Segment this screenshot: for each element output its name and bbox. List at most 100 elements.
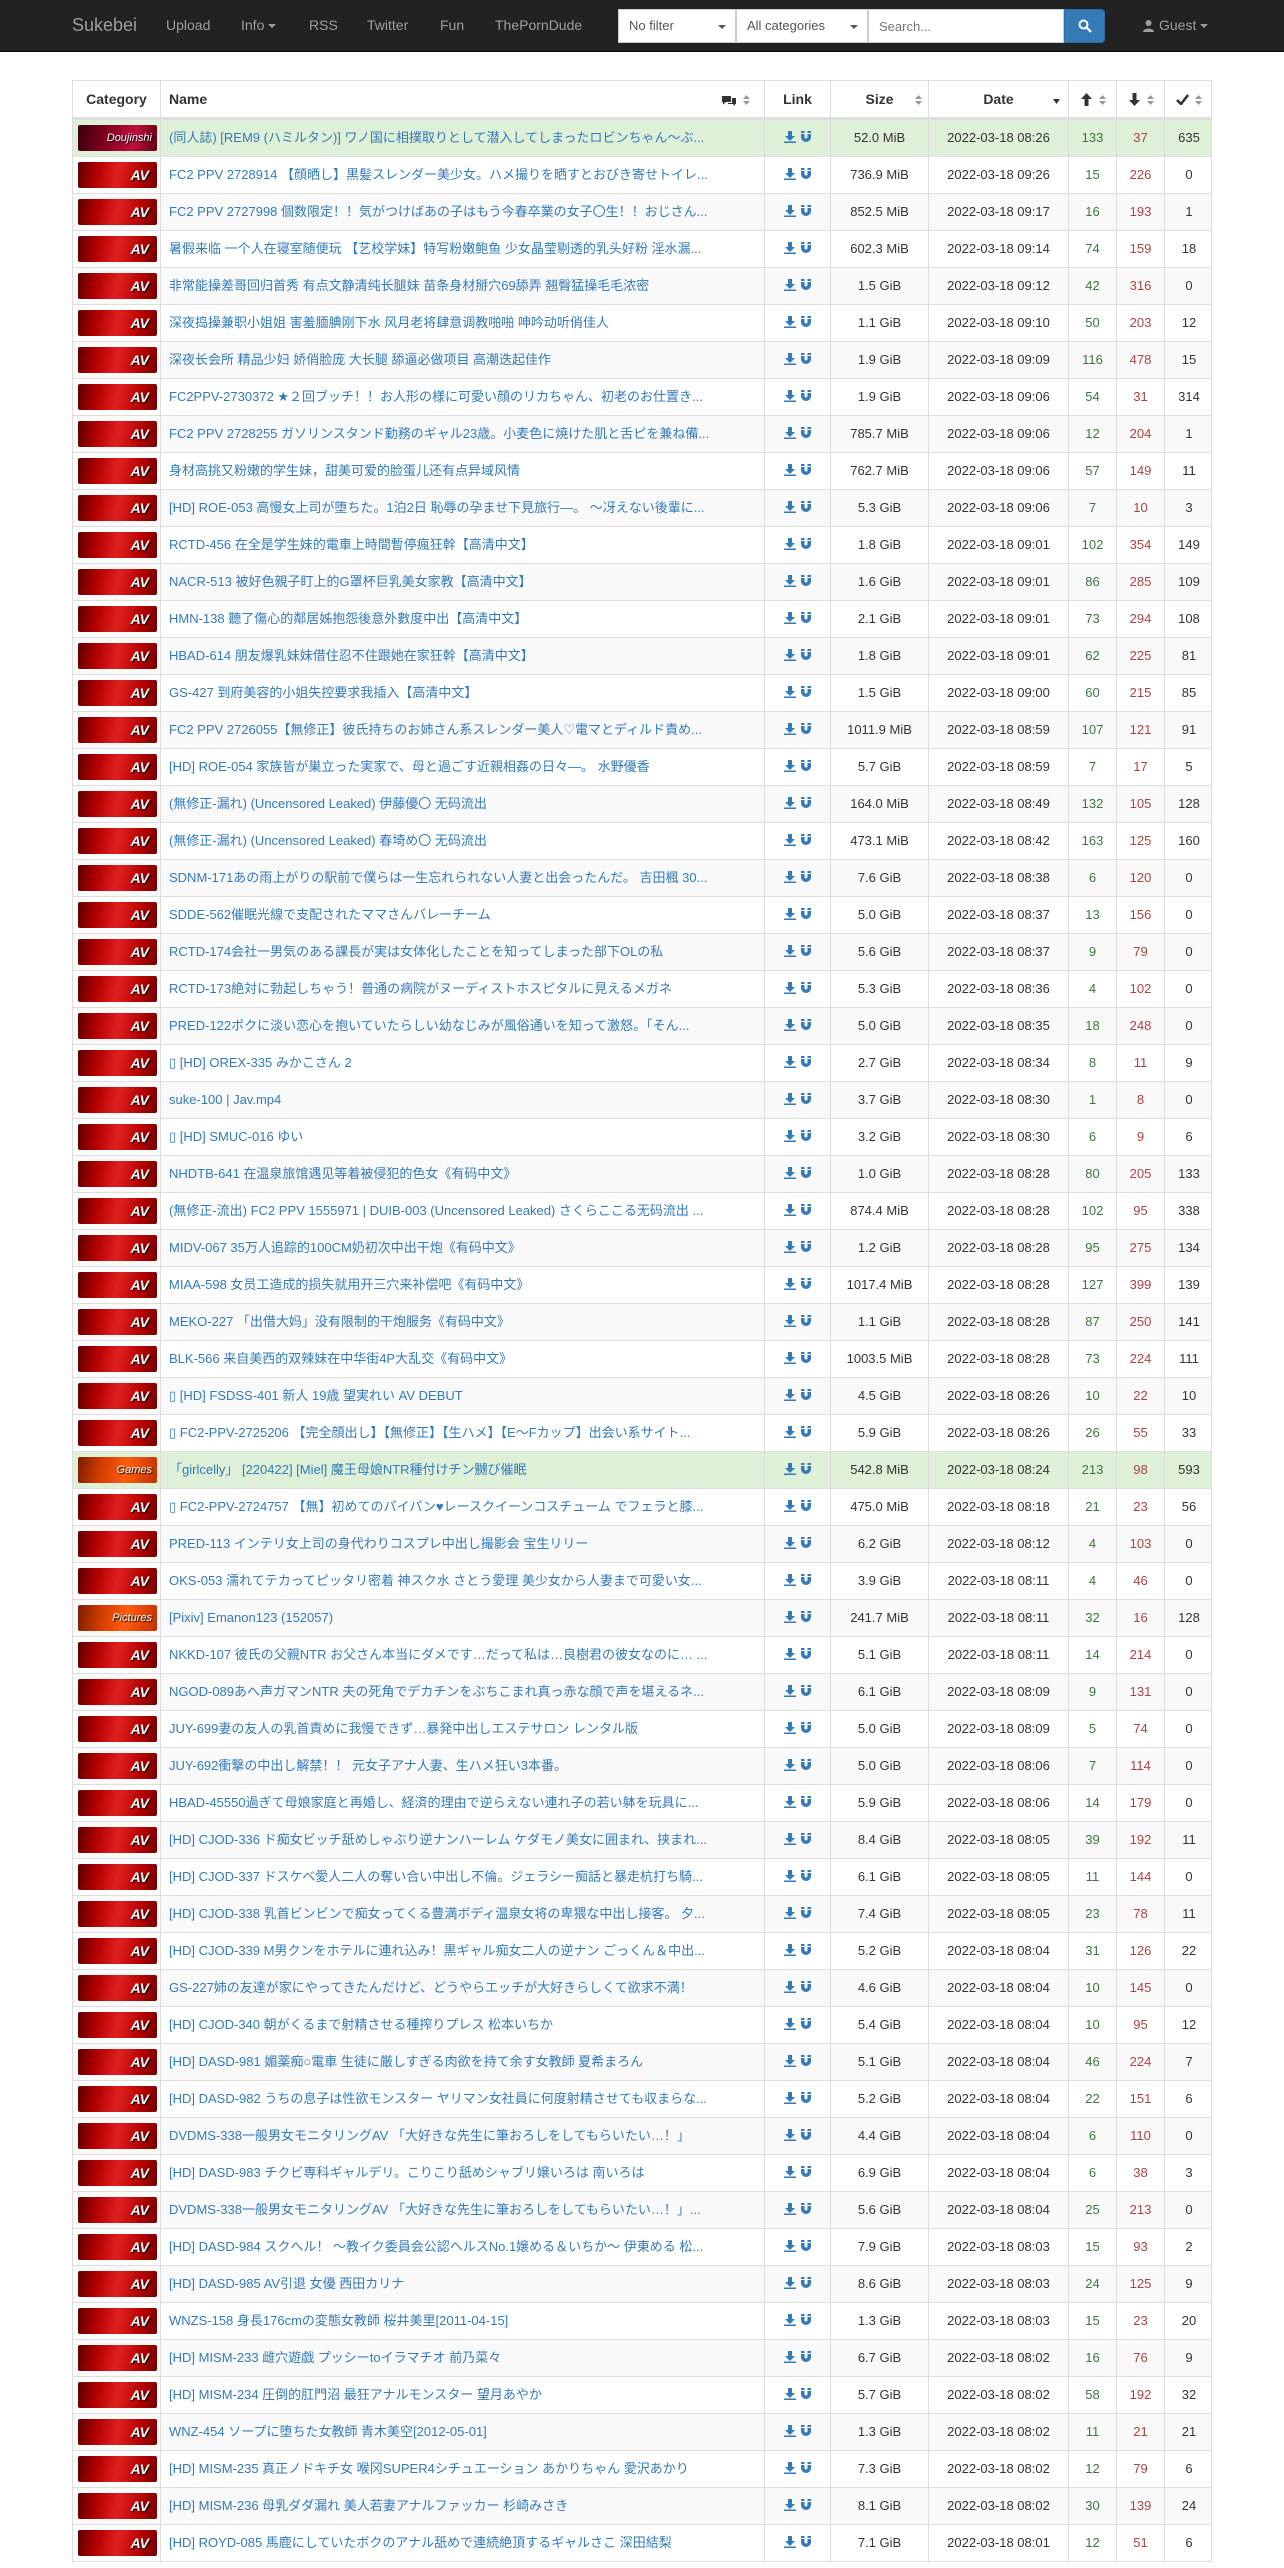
category-badge[interactable]: AV — [78, 384, 157, 410]
magnet-icon[interactable] — [800, 1527, 812, 1562]
magnet-icon[interactable] — [800, 2045, 812, 2080]
download-icon[interactable] — [783, 1527, 796, 1562]
download-icon[interactable] — [783, 861, 796, 896]
magnet-icon[interactable] — [800, 528, 812, 563]
torrent-name-link[interactable]: (無修正-漏れ) (Uncensored Leaked) 伊藤優〇 无码流出 — [161, 786, 765, 822]
download-icon[interactable] — [783, 2378, 796, 2413]
category-badge[interactable]: AV — [78, 791, 157, 817]
torrent-name-link[interactable]: [HD] MISM-236 母乳ダダ漏れ 美人若妻アナルファッカー 杉崎みさき — [161, 2488, 765, 2524]
header-completed[interactable] — [1165, 81, 1213, 117]
guest-menu[interactable]: Guest — [1142, 17, 1209, 33]
torrent-name-link[interactable]: [HD] CJOD-337 ドスケベ愛人二人の奪い合い中出し不倫。ジェラシー痴話… — [161, 1859, 765, 1895]
magnet-icon[interactable] — [800, 1379, 812, 1414]
download-icon[interactable] — [783, 2489, 796, 2524]
category-badge[interactable]: AV — [78, 2493, 157, 2519]
category-badge[interactable]: AV — [78, 2456, 157, 2482]
category-badge[interactable]: AV — [78, 1050, 157, 1076]
category-badge[interactable]: AV — [78, 680, 157, 706]
magnet-icon[interactable] — [800, 195, 812, 230]
download-icon[interactable] — [783, 2452, 796, 2487]
download-icon[interactable] — [783, 1860, 796, 1895]
torrent-name-link[interactable]: PRED-113 インテリ女上司の身代わりコスプレ中出し撮影会 宝生リリー — [161, 1526, 765, 1562]
magnet-icon[interactable] — [800, 2119, 812, 2154]
torrent-name-link[interactable]: [HD] DASD-981 媚薬痴○電車 生徒に厳しすぎる肉欲を持て余す女教師 … — [161, 2044, 765, 2080]
category-badge[interactable]: AV — [78, 1235, 157, 1261]
download-icon[interactable] — [783, 1231, 796, 1266]
magnet-icon[interactable] — [800, 972, 812, 1007]
download-icon[interactable] — [783, 417, 796, 452]
download-icon[interactable] — [783, 1601, 796, 1636]
magnet-icon[interactable] — [800, 2008, 812, 2043]
download-icon[interactable] — [783, 528, 796, 563]
torrent-name-link[interactable]: (無修正-流出) FC2 PPV 1555971 | DUIB-003 (Unc… — [161, 1193, 765, 1229]
download-icon[interactable] — [783, 2082, 796, 2117]
magnet-icon[interactable] — [800, 1823, 812, 1858]
torrent-name-link[interactable]: HMN-138 聽了傷心的鄰居姊抱怨後意外數度中出【高清中文】 — [161, 601, 765, 637]
download-icon[interactable] — [783, 1046, 796, 1081]
magnet-icon[interactable] — [800, 1860, 812, 1895]
brand-logo[interactable]: Sukebei — [72, 15, 137, 36]
magnet-icon[interactable] — [800, 454, 812, 489]
download-icon[interactable] — [783, 232, 796, 267]
magnet-icon[interactable] — [800, 2267, 812, 2302]
download-icon[interactable] — [783, 121, 796, 156]
torrent-name-link[interactable]: [HD] ROE-054 家族皆が巣立った実家で、母と過ごす近親相姦の日々―。 … — [161, 749, 765, 785]
category-badge[interactable]: AV — [78, 1864, 157, 1890]
magnet-icon[interactable] — [800, 2489, 812, 2524]
torrent-name-link[interactable]: [HD] DASD-982 うちの息子は性欲モンスター ヤリマン女社員に何度射精… — [161, 2081, 765, 2117]
search-button[interactable] — [1064, 9, 1105, 43]
magnet-icon[interactable] — [800, 1712, 812, 1747]
magnet-icon[interactable] — [800, 565, 812, 600]
category-badge[interactable]: AV — [78, 2160, 157, 2186]
torrent-name-link[interactable]: NHDTB-641 在温泉旅馆遇见等着被侵犯的色女《有码中文》 — [161, 1156, 765, 1192]
torrent-name-link[interactable]: ▯ [HD] FSDSS-401 新人 19歳 望実れい AV DEBUT — [161, 1378, 765, 1414]
category-badge[interactable]: AV — [78, 1790, 157, 1816]
torrent-name-link[interactable]: [HD] CJOD-339 M男クンをホテルに連れ込み！黒ギャル痴女二人の逆ナン… — [161, 1933, 765, 1969]
magnet-icon[interactable] — [800, 1897, 812, 1932]
magnet-icon[interactable] — [800, 2452, 812, 2487]
category-badge[interactable]: AV — [78, 939, 157, 965]
category-badge[interactable]: AV — [78, 1013, 157, 1039]
category-badge[interactable]: AV — [78, 865, 157, 891]
magnet-icon[interactable] — [800, 1416, 812, 1451]
category-badge[interactable]: AV — [78, 569, 157, 595]
magnet-icon[interactable] — [800, 2156, 812, 2191]
magnet-icon[interactable] — [800, 1046, 812, 1081]
download-icon[interactable] — [783, 2267, 796, 2302]
download-icon[interactable] — [783, 1120, 796, 1155]
category-badge[interactable]: AV — [78, 1827, 157, 1853]
torrent-name-link[interactable]: BLK-566 来自美西的双辣妹在中华街4P大乱交《有码中文》 — [161, 1341, 765, 1377]
torrent-name-link[interactable]: ▯ [HD] SMUC-016 ゆい — [161, 1119, 765, 1155]
magnet-icon[interactable] — [800, 1675, 812, 1710]
magnet-icon[interactable] — [800, 491, 812, 526]
torrent-name-link[interactable]: [HD] DASD-984 スクへル！ ～教イク委員会公認ヘルスNo.1嬢める＆… — [161, 2229, 765, 2265]
torrent-name-link[interactable]: DVDMS-338一般男女モニタリングAV 「大好きな先生に筆おろしをしてもらい… — [161, 2192, 765, 2228]
magnet-icon[interactable] — [800, 1749, 812, 1784]
category-badge[interactable]: AV — [78, 2234, 157, 2260]
torrent-name-link[interactable]: 暑假来临 一个人在寝室随便玩 【艺校学妹】特写粉嫩鲍鱼 少女晶莹剔透的乳头好粉 … — [161, 231, 765, 267]
magnet-icon[interactable] — [800, 2415, 812, 2450]
magnet-icon[interactable] — [800, 1564, 812, 1599]
magnet-icon[interactable] — [800, 2341, 812, 2376]
torrent-name-link[interactable]: NKKD-107 彼氏の父親NTR お父さん本当にダメです…だって私は…良樹君の… — [161, 1637, 765, 1673]
torrent-name-link[interactable]: MEKO-227 「出借大妈」没有限制的干炮服务《有码中文》 — [161, 1304, 765, 1340]
torrent-name-link[interactable]: GS-427 到府美容的小姐失控要求我插入【高清中文】 — [161, 675, 765, 711]
category-badge[interactable]: AV — [78, 1272, 157, 1298]
download-icon[interactable] — [783, 2156, 796, 2191]
category-badge[interactable]: AV — [78, 421, 157, 447]
torrent-name-link[interactable]: 「girlcelly」 [220422] [Miel] 魔王母娘NTR種付けチン… — [161, 1452, 765, 1488]
download-icon[interactable] — [783, 2304, 796, 2339]
download-icon[interactable] — [783, 750, 796, 785]
torrent-name-link[interactable]: JUY-699妻の友人の乳首責めに我慢できず…暴発中出しエステサロン レンタル版 — [161, 1711, 765, 1747]
magnet-icon[interactable] — [800, 1231, 812, 1266]
magnet-icon[interactable] — [800, 824, 812, 859]
torrent-name-link[interactable]: 深夜长会所 精品少妇 娇俏脸庞 大长腿 舔逼必做项目 高潮迭起佳作 — [161, 342, 765, 378]
magnet-icon[interactable] — [800, 787, 812, 822]
torrent-name-link[interactable]: [HD] DASD-985 AV引退 女優 西田カリナ — [161, 2266, 765, 2302]
torrent-name-link[interactable]: FC2 PPV 2728255 ガソリンスタンド勤務のギャル23歳。小麦色に焼け… — [161, 416, 765, 452]
download-icon[interactable] — [783, 639, 796, 674]
category-badge[interactable]: AV — [78, 1679, 157, 1705]
magnet-icon[interactable] — [800, 2193, 812, 2228]
category-badge[interactable]: AV — [78, 643, 157, 669]
category-badge[interactable]: AV — [78, 754, 157, 780]
